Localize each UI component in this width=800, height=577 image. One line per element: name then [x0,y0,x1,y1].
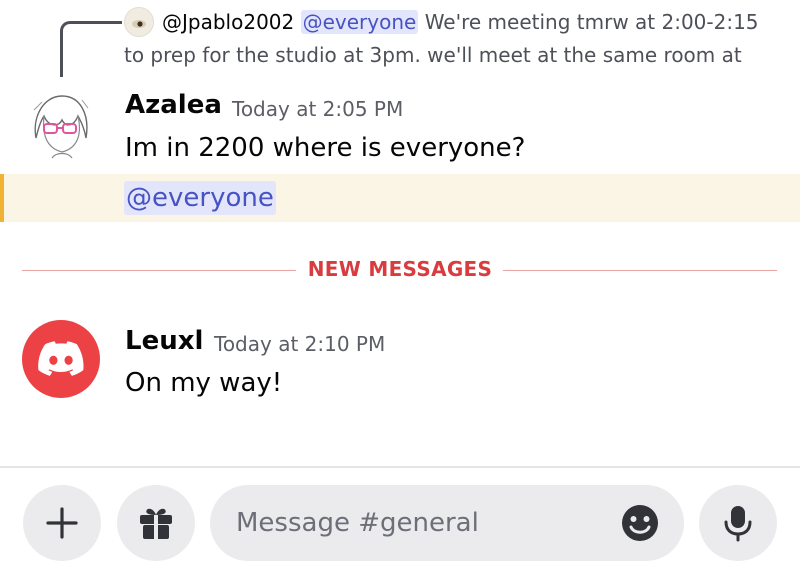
voice-message-button[interactable] [699,485,777,561]
composer-divider [0,466,800,468]
plus-icon [46,507,78,539]
gift-icon [140,508,172,539]
reply-spine [60,21,122,77]
message-username-azalea[interactable]: Azalea [125,90,222,120]
message-mention-everyone[interactable]: @everyone [124,181,276,215]
emoji-icon [622,505,658,541]
reply-preview-line2[interactable]: to prep for the studio at 3pm. we'll mee… [124,41,742,69]
anime-girl-avatar-icon [22,86,100,164]
new-messages-divider-left [22,270,296,271]
new-messages-divider-right [503,270,777,271]
add-attachment-button[interactable] [23,485,101,561]
message-input[interactable] [236,503,596,543]
message-composer[interactable] [210,485,684,561]
reply-mention[interactable]: @everyone [300,10,419,34]
message-timestamp-leuxl: Today at 2:10 PM [214,332,386,356]
message-text-leuxl: On my way! [125,368,283,398]
message-text-azalea: Im in 2200 where is everyone? [125,133,526,163]
new-messages-label: NEW MESSAGES [307,257,493,281]
discord-logo-icon [38,341,84,376]
microphone-icon [724,506,752,542]
gift-button[interactable] [117,485,195,561]
reply-avatar-icon [132,20,146,28]
reply-avatar[interactable] [124,7,154,37]
emoji-button[interactable] [618,501,662,545]
avatar-azalea[interactable] [22,86,100,164]
message-username-leuxl[interactable]: Leuxl [125,326,203,356]
reply-text-line1: We're meeting tmrw at 2:00-2:15 [418,10,759,34]
mention-highlight-row: @everyone [0,174,800,222]
reply-preview-line1[interactable]: @Jpablo2002 @everyone We're meeting tmrw… [162,8,759,36]
avatar-leuxl[interactable] [22,320,100,398]
message-timestamp-azalea: Today at 2:05 PM [232,97,404,121]
reply-username[interactable]: @Jpablo2002 [162,10,294,34]
